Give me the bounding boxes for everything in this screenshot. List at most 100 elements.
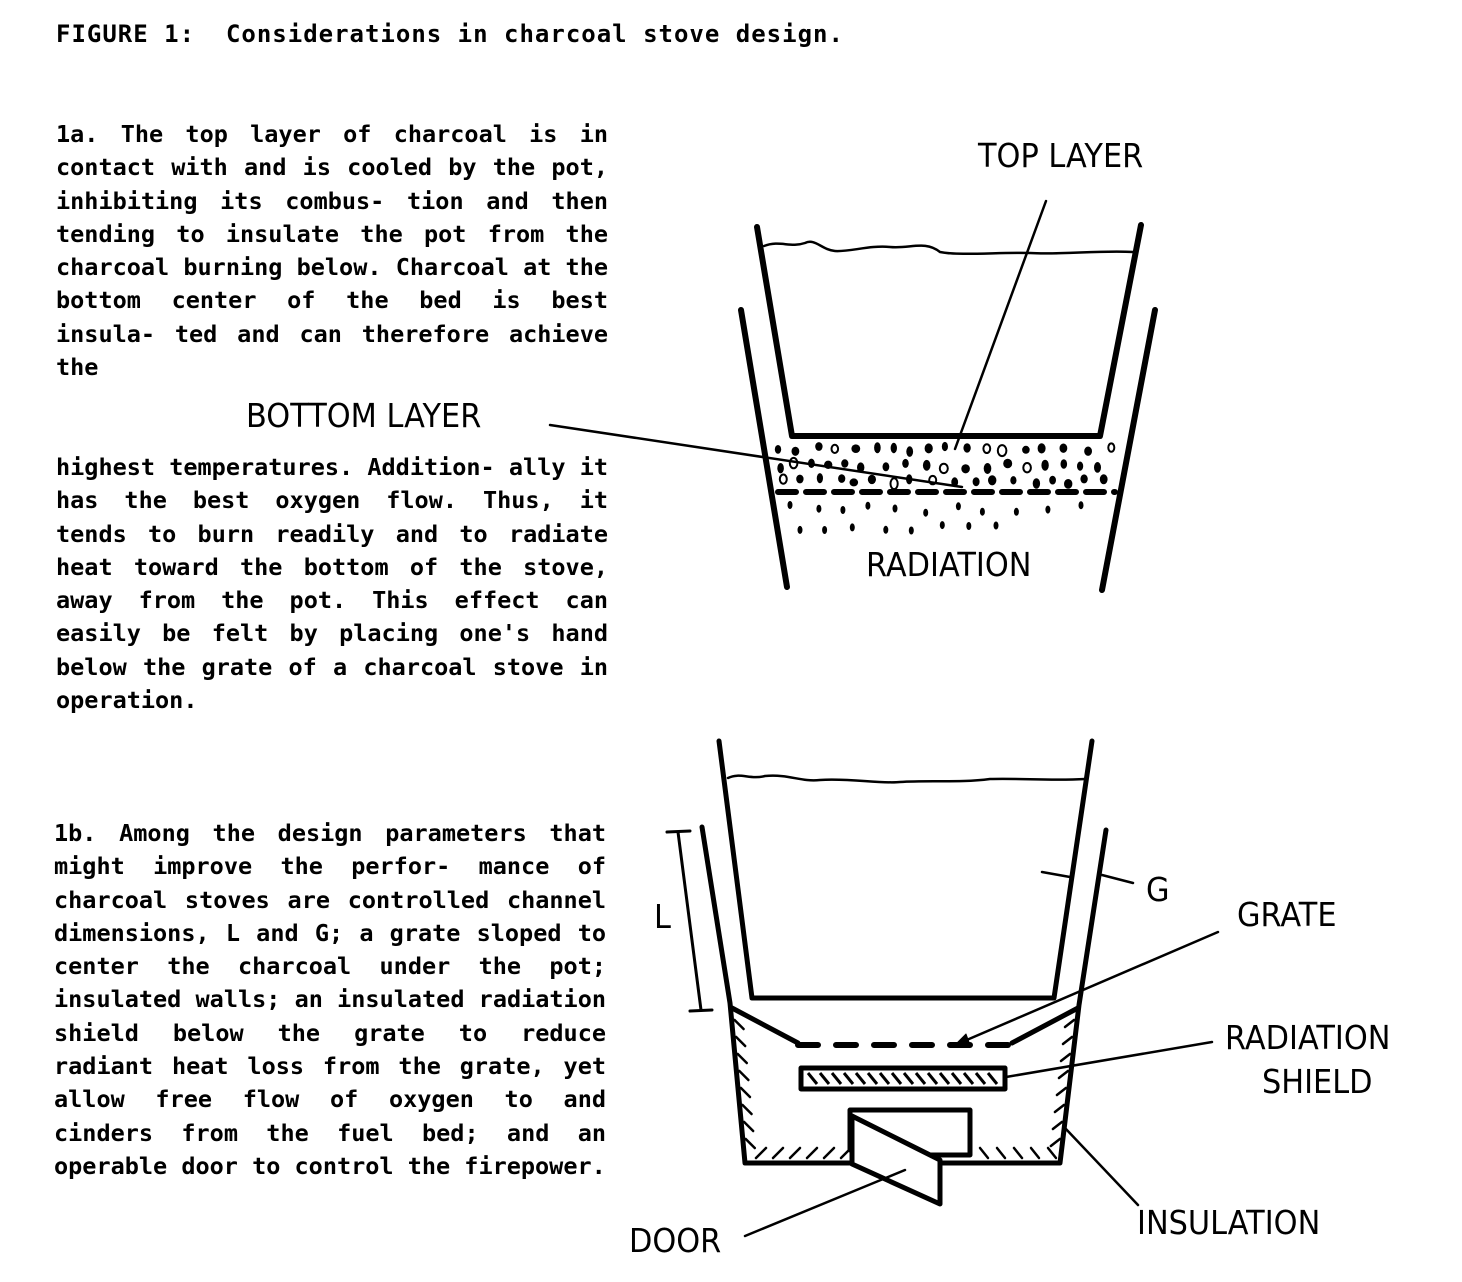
radiation-particles-1a — [787, 501, 1084, 535]
diagram-1b — [665, 738, 1220, 1238]
insulation-hatch-mark — [1049, 1137, 1062, 1148]
insulation-leader — [1063, 1126, 1140, 1207]
L-dimension-cap-bottom — [688, 1008, 714, 1013]
radiation-particle — [892, 504, 898, 513]
label-radiation-shield-line1: RADIATION — [1225, 1018, 1391, 1057]
label-insulation: INSULATION — [1137, 1203, 1321, 1242]
charcoal-piece — [1037, 443, 1046, 454]
shield-hatch-mark — [854, 1072, 867, 1085]
shield-hatch-mark — [962, 1072, 975, 1085]
radiation-particle — [822, 526, 828, 534]
charcoal-piece — [961, 464, 970, 474]
charcoal-piece — [1049, 475, 1056, 485]
insulation-hatch-mark — [1055, 1086, 1068, 1097]
grate-arrowhead — [953, 1033, 971, 1047]
charcoal-piece — [983, 463, 992, 474]
label-door: DOOR — [629, 1221, 722, 1260]
insulation-hatch-mark — [1057, 1069, 1070, 1080]
charcoal-piece — [777, 463, 784, 474]
L-dimension-cap-top — [665, 829, 692, 834]
radiation-particle — [1078, 501, 1084, 510]
radiation-particle — [979, 507, 985, 516]
insulation-hatch-mark — [754, 1146, 768, 1160]
radiation-shield-hatching — [806, 1072, 999, 1085]
charcoal-piece — [1107, 442, 1116, 453]
door-leader — [743, 1168, 907, 1238]
label-grate: GRATE — [1237, 895, 1337, 934]
charcoal-piece — [1022, 462, 1032, 474]
charcoal-piece — [988, 475, 997, 486]
label-radiation-shield-line2: SHIELD — [1262, 1062, 1373, 1101]
charcoal-piece — [906, 446, 914, 457]
stove-wall-right — [1099, 307, 1158, 593]
charcoal-bed-1a — [774, 441, 1116, 491]
charcoal-piece — [851, 444, 861, 454]
label-G: G — [1146, 870, 1170, 909]
charcoal-piece — [890, 442, 897, 454]
charcoal-piece — [1077, 461, 1084, 471]
radiation-particle — [883, 525, 889, 534]
radiation-particle — [923, 508, 929, 517]
label-radiation: RADIATION — [866, 545, 1032, 584]
charcoal-piece — [849, 478, 859, 487]
shield-hatch-mark — [974, 1072, 987, 1085]
charcoal-piece — [922, 459, 931, 471]
label-bottom-layer: BOTTOM LAYER — [246, 396, 482, 435]
insulation-hatch-mark — [742, 1120, 755, 1133]
charcoal-piece — [815, 442, 823, 451]
charcoal-piece — [1032, 478, 1041, 489]
stove-diagrams — [548, 199, 1220, 1238]
charcoal-piece — [982, 443, 992, 455]
shield-hatch-mark — [878, 1072, 891, 1085]
charcoal-piece — [841, 459, 849, 468]
radiation-particle — [908, 526, 914, 535]
insulation-hatch-mark — [1029, 1146, 1041, 1160]
charcoal-piece — [902, 458, 909, 468]
charcoal-piece — [838, 474, 846, 483]
radiation-particle — [1045, 505, 1051, 514]
insulation-hatch-mark — [978, 1146, 990, 1160]
charcoal-piece — [867, 474, 877, 485]
charcoal-piece — [972, 477, 980, 487]
charcoal-piece — [941, 441, 949, 452]
L-dimension-line — [676, 830, 703, 1012]
shield-hatch-mark — [926, 1072, 939, 1085]
insulation-hatch-mark — [739, 1086, 752, 1099]
shield-hatch-mark — [986, 1072, 999, 1085]
insulation-hatch-mark — [744, 1137, 756, 1150]
insulation-hatch-mark — [1012, 1146, 1024, 1160]
door-flap — [849, 1113, 943, 1207]
insulation-hatch-mark — [1059, 1052, 1072, 1063]
stove-wall-left-1b — [699, 824, 1109, 1166]
shield-hatch-mark — [866, 1072, 879, 1085]
radiation-particle — [849, 523, 855, 532]
radiation-particle — [955, 502, 961, 511]
radiation-particle — [865, 501, 871, 510]
charcoal-piece — [1059, 443, 1068, 453]
label-L: L — [654, 897, 671, 936]
insulation-hatch-mark — [734, 1035, 747, 1048]
charcoal-piece — [889, 477, 899, 491]
charcoal-piece — [924, 443, 933, 454]
shield-hatch-mark — [806, 1072, 819, 1085]
charcoal-piece — [816, 473, 824, 484]
charcoal-piece — [1041, 459, 1049, 471]
insulation-hatch-mark — [741, 1103, 753, 1116]
insulation-hatch-mark — [1053, 1103, 1066, 1114]
insulation-hatch-mark — [733, 1018, 745, 1031]
charcoal-piece — [1080, 474, 1088, 484]
radiation-particle — [966, 522, 972, 530]
radiation-shield-leader — [1004, 1040, 1214, 1079]
insulation-hatch-mark — [995, 1146, 1007, 1160]
charcoal-piece — [1060, 459, 1068, 469]
shield-hatch-mark — [842, 1072, 855, 1085]
insulation-hatch-mark — [1051, 1120, 1064, 1131]
radiation-particle — [787, 501, 793, 509]
shield-hatch-mark — [938, 1072, 951, 1085]
charcoal-piece — [1064, 479, 1073, 489]
charcoal-piece — [830, 443, 840, 454]
charcoal-piece — [938, 462, 949, 475]
charcoal-piece — [778, 473, 788, 485]
insulation-hatch-mark — [822, 1146, 836, 1160]
top-layer-leader — [953, 199, 1048, 451]
